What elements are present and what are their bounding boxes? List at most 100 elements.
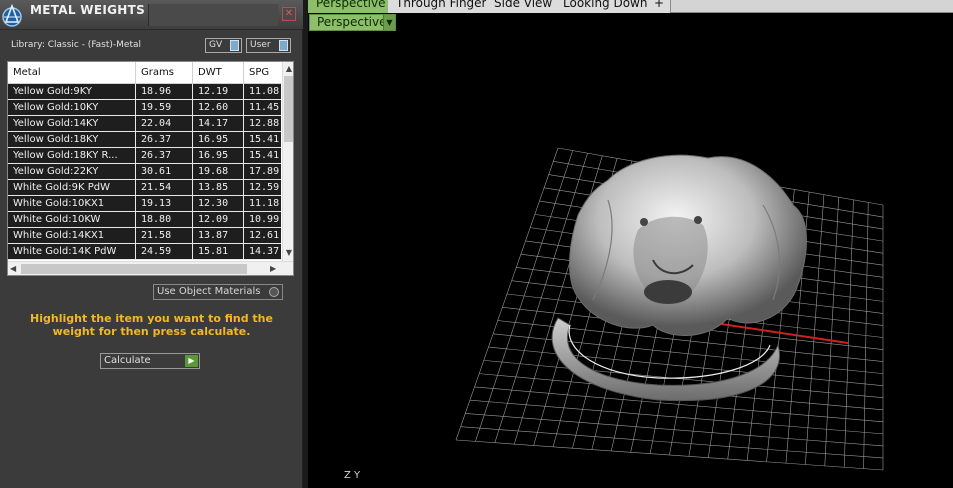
tab-side-view[interactable]: Side View bbox=[486, 0, 562, 13]
table-cell: 12.61 bbox=[244, 228, 284, 243]
table-cell: 26.37 bbox=[136, 148, 193, 163]
table-row[interactable]: Yellow Gold:18KY R... 26.37 16.95 15.41 bbox=[8, 148, 284, 164]
vertical-scroll-thumb[interactable] bbox=[284, 76, 293, 142]
table-cell: 15.41 bbox=[244, 132, 284, 147]
table-header: Metal Grams DWT SPG bbox=[8, 62, 284, 84]
table-cell: White Gold:14K PdW bbox=[8, 244, 136, 259]
table-cell: 13.87 bbox=[193, 228, 244, 243]
panel-title: METAL WEIGHTS bbox=[30, 3, 146, 17]
horizontal-scrollbar[interactable]: ◀ ▶ bbox=[8, 261, 293, 275]
table-row[interactable]: Yellow Gold:10KY 19.59 12.60 11.45 bbox=[8, 100, 284, 116]
table-cell: 19.13 bbox=[136, 196, 193, 211]
table-cell: 15.41 bbox=[244, 148, 284, 163]
table-cell: Yellow Gold:22KY bbox=[8, 164, 136, 179]
table-cell: Yellow Gold:14KY bbox=[8, 116, 136, 131]
panel-header-spacer bbox=[148, 4, 278, 26]
scroll-left-icon[interactable]: ◀ bbox=[10, 263, 20, 275]
scroll-up-icon[interactable]: ▲ bbox=[283, 64, 293, 74]
view-tabs-bar: Perspective Through Finger Side View Loo… bbox=[308, 0, 953, 13]
metal-weights-table: Metal Grams DWT SPG Yellow Gold:9KY 18.96… bbox=[7, 61, 294, 276]
table-cell: 16.95 bbox=[193, 132, 244, 147]
view-select-label: Perspective bbox=[317, 15, 387, 29]
calculate-label: Calculate bbox=[104, 355, 151, 366]
table-cell: 14.17 bbox=[193, 116, 244, 131]
play-arrow-icon: ▶ bbox=[185, 355, 198, 367]
table-row[interactable]: White Gold:10KX1 19.13 12.30 11.18 bbox=[8, 196, 284, 212]
3d-viewport[interactable]: Perspective Through Finger Side View Loo… bbox=[308, 0, 953, 488]
close-button[interactable]: ✕ bbox=[282, 7, 296, 21]
table-cell: 11.08 bbox=[244, 84, 284, 99]
table-cell: 17.89 bbox=[244, 164, 284, 179]
lion-ring-model bbox=[551, 154, 807, 402]
horizontal-scroll-thumb[interactable] bbox=[21, 264, 247, 274]
table-row[interactable]: White Gold:14K PdW 24.59 15.81 14.37 bbox=[8, 244, 284, 260]
table-cell: 12.59 bbox=[244, 180, 284, 195]
tab-through-finger[interactable]: Through Finger bbox=[388, 0, 496, 13]
table-row[interactable]: White Gold:9K PdW 21.54 13.85 12.59 bbox=[8, 180, 284, 196]
chevron-down-icon[interactable]: ▼ bbox=[383, 15, 395, 30]
table-cell: 11.45 bbox=[244, 100, 284, 115]
table-cell: 22.04 bbox=[136, 116, 193, 131]
axis-indicator: Z Y bbox=[344, 470, 361, 481]
scroll-down-icon[interactable]: ▼ bbox=[283, 248, 293, 258]
table-row[interactable]: White Gold:14KX1 21.58 13.87 12.61 bbox=[8, 228, 284, 244]
vertical-scrollbar[interactable]: ▲ ▼ bbox=[282, 62, 293, 261]
gv-label: GV bbox=[209, 40, 223, 50]
table-cell: 15.81 bbox=[193, 244, 244, 259]
table-row[interactable]: Yellow Gold:18KY 26.37 16.95 15.41 bbox=[8, 132, 284, 148]
tab-looking-down[interactable]: Looking Down bbox=[555, 0, 657, 13]
table-row[interactable]: Yellow Gold:9KY 18.96 12.19 11.08 bbox=[8, 84, 284, 100]
table-row[interactable]: White Gold:10KW 18.80 12.09 10.99 bbox=[8, 212, 284, 228]
library-label: Library: Classic - (Fast)-Metal bbox=[11, 40, 142, 50]
table-body: Yellow Gold:9KY 18.96 12.19 11.08 Yellow Gol… bbox=[8, 84, 284, 261]
table-cell: 24.59 bbox=[136, 244, 193, 259]
table-cell: White Gold:9K PdW bbox=[8, 180, 136, 195]
table-cell: 21.58 bbox=[136, 228, 193, 243]
column-header-spg[interactable]: SPG bbox=[244, 62, 284, 84]
table-cell: Yellow Gold:18KY R... bbox=[8, 148, 136, 163]
instruction-text: Highlight the item you want to find the … bbox=[30, 312, 273, 338]
table-cell: 12.60 bbox=[193, 100, 244, 115]
user-label: User bbox=[250, 40, 271, 50]
table-cell: 10.99 bbox=[244, 212, 284, 227]
user-toggle-button[interactable]: User bbox=[246, 38, 291, 53]
panel-header: METAL WEIGHTS ✕ bbox=[0, 0, 303, 30]
viewport-scene[interactable] bbox=[308, 0, 953, 488]
column-header-dwt[interactable]: DWT bbox=[193, 62, 244, 84]
table-cell: White Gold:10KW bbox=[8, 212, 136, 227]
metal-weights-panel: METAL WEIGHTS ✕ Library: Classic - (Fast… bbox=[0, 0, 303, 488]
table-cell: 12.30 bbox=[193, 196, 244, 211]
table-cell: 16.95 bbox=[193, 148, 244, 163]
app-logo-icon bbox=[2, 3, 22, 27]
use-object-materials-label: Use Object Materials bbox=[157, 286, 261, 297]
table-cell: 13.85 bbox=[193, 180, 244, 195]
table-cell: 19.68 bbox=[193, 164, 244, 179]
table-cell: 21.54 bbox=[136, 180, 193, 195]
table-cell: 11.18 bbox=[244, 196, 284, 211]
table-row[interactable]: Yellow Gold:22KY 30.61 19.68 17.89 bbox=[8, 164, 284, 180]
table-cell: 12.09 bbox=[193, 212, 244, 227]
column-header-grams[interactable]: Grams bbox=[136, 62, 193, 84]
tab-perspective[interactable]: Perspective bbox=[308, 0, 395, 13]
table-cell: 18.96 bbox=[136, 84, 193, 99]
gv-toggle-button[interactable]: GV bbox=[205, 38, 242, 53]
table-cell: 14.37 bbox=[244, 244, 284, 259]
table-cell: 19.59 bbox=[136, 100, 193, 115]
toggle-indicator-icon bbox=[230, 40, 239, 51]
table-cell: Yellow Gold:18KY bbox=[8, 132, 136, 147]
table-cell: Yellow Gold:10KY bbox=[8, 100, 136, 115]
table-cell: White Gold:14KX1 bbox=[8, 228, 136, 243]
table-cell: 12.19 bbox=[193, 84, 244, 99]
add-tab-button[interactable]: + bbox=[648, 0, 672, 13]
scroll-right-icon[interactable]: ▶ bbox=[270, 263, 280, 275]
table-cell: 18.80 bbox=[136, 212, 193, 227]
table-row[interactable]: Yellow Gold:14KY 22.04 14.17 12.88 bbox=[8, 116, 284, 132]
column-header-metal[interactable]: Metal bbox=[8, 62, 136, 84]
calculate-button[interactable]: Calculate ▶ bbox=[100, 353, 200, 369]
use-object-materials-toggle[interactable]: Use Object Materials bbox=[153, 284, 283, 300]
radio-icon bbox=[269, 287, 279, 297]
view-select-dropdown[interactable]: Perspective ▼ bbox=[309, 14, 396, 31]
table-cell: 30.61 bbox=[136, 164, 193, 179]
table-cell: 12.88 bbox=[244, 116, 284, 131]
table-cell: 26.37 bbox=[136, 132, 193, 147]
